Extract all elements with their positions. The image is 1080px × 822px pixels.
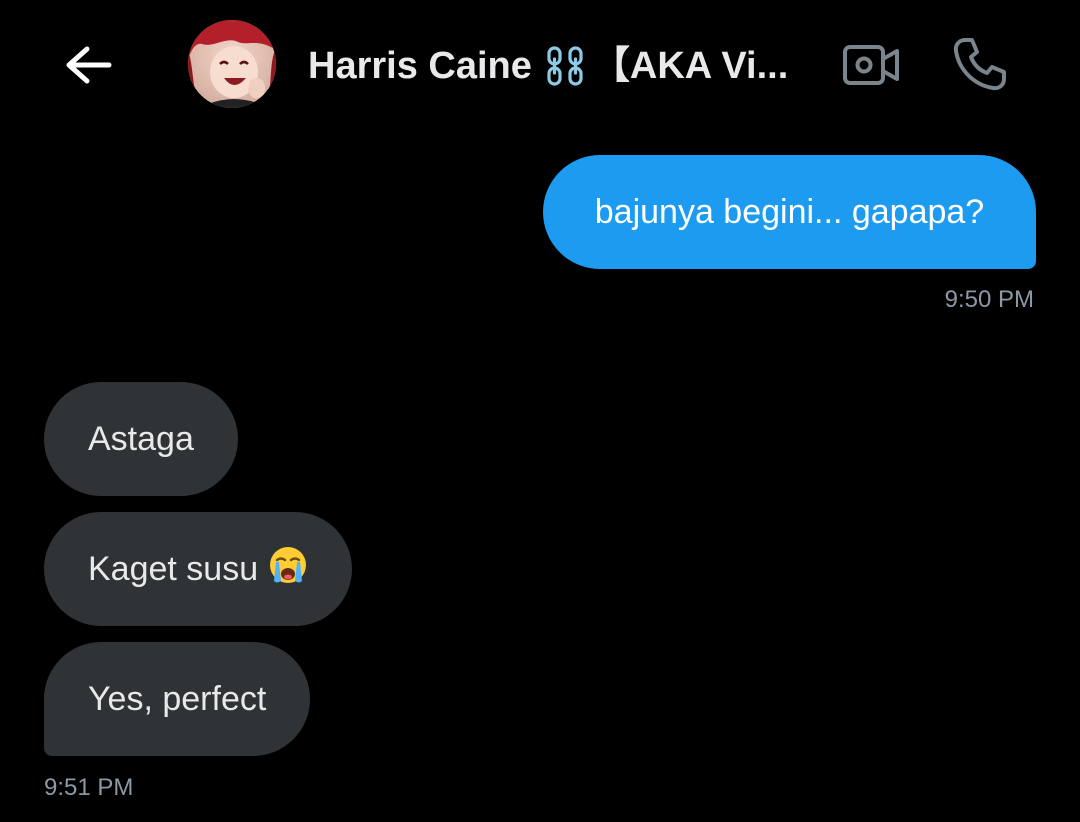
voice-call-button[interactable] xyxy=(946,32,1012,96)
avatar[interactable] xyxy=(188,20,276,108)
loudly-crying-face-icon xyxy=(268,545,308,594)
video-call-button[interactable] xyxy=(840,38,902,92)
chain-link-icon xyxy=(546,45,584,87)
incoming-message-bubble[interactable]: Kaget susu xyxy=(44,512,353,626)
message-text: Astaga xyxy=(88,420,194,458)
message-text: Yes, perfect xyxy=(88,680,267,718)
message-text: Kaget susu xyxy=(88,550,259,588)
contact-name[interactable]: Harris Caine 【AKA Vi... xyxy=(308,40,813,92)
contact-name-text: Harris Caine xyxy=(308,45,532,87)
contact-name-suffix: 【AKA Vi... xyxy=(591,45,789,87)
phone-icon xyxy=(953,38,1006,91)
outgoing-message-bubble[interactable]: bajunya begini... gapapa? xyxy=(543,155,1036,269)
message-timestamp: 9:51 PM xyxy=(44,774,134,801)
incoming-message-bubble[interactable]: Astaga xyxy=(44,382,238,496)
video-call-icon xyxy=(843,45,899,85)
back-button[interactable] xyxy=(60,40,116,90)
message-text: bajunya begini... gapapa? xyxy=(594,193,985,231)
arrow-left-icon xyxy=(66,46,112,84)
incoming-message-bubble[interactable]: Yes, perfect xyxy=(44,642,311,756)
message-timestamp: 9:50 PM xyxy=(944,286,1034,313)
chat-header: Harris Caine 【AKA Vi... xyxy=(0,0,1080,130)
